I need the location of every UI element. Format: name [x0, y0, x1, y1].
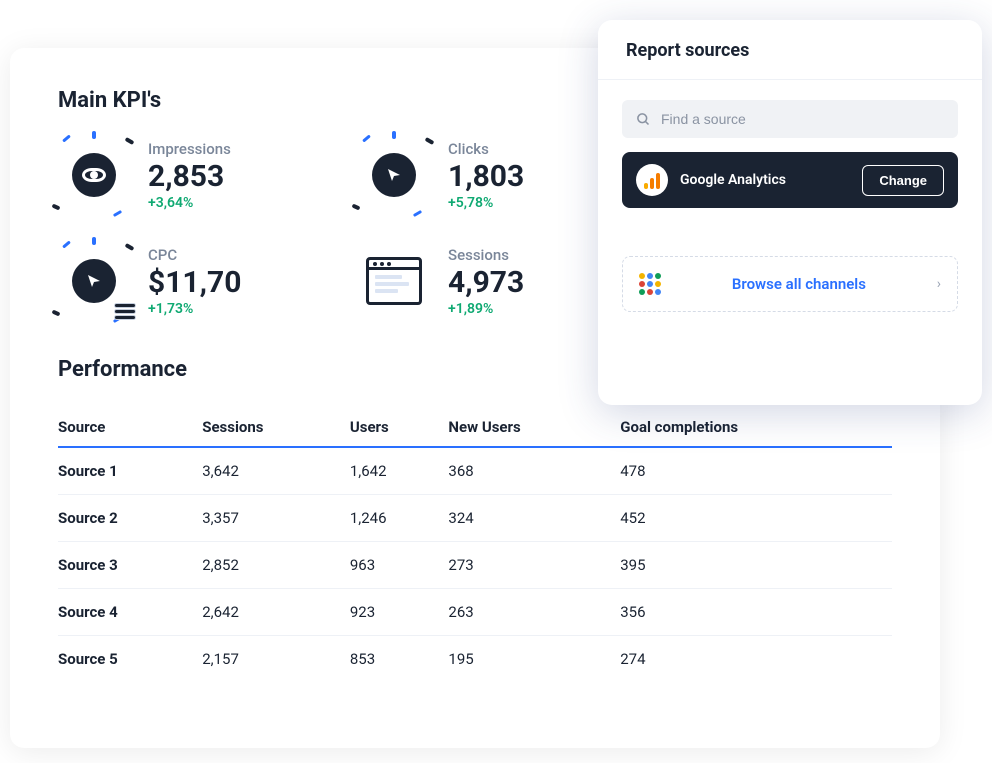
chevron-right-icon: › — [937, 276, 941, 292]
cell: 1,642 — [350, 447, 449, 495]
cell: 478 — [620, 447, 892, 495]
cell: 1,246 — [350, 495, 449, 542]
kpi-label: Sessions — [448, 246, 524, 264]
selected-source-name: Google Analytics — [680, 172, 850, 188]
browse-channels-label: Browse all channels — [677, 275, 921, 293]
table-row: Source 1 3,642 1,642 368 478 — [58, 447, 892, 495]
cell: Source 5 — [58, 636, 202, 683]
channels-grid-icon — [639, 273, 661, 295]
cell: 963 — [350, 542, 449, 589]
kpi-value: 4,973 — [448, 266, 524, 299]
kpi-value: 2,853 — [148, 160, 231, 193]
cursor-database-icon — [58, 245, 130, 317]
kpi-label: CPC — [148, 246, 241, 264]
kpi-cpc: CPC $11,70 +1,73% — [58, 245, 318, 317]
cell: 356 — [620, 589, 892, 636]
source-search-input[interactable] — [661, 111, 944, 127]
kpi-clicks: Clicks 1,803 +5,78% — [358, 139, 618, 211]
report-sources-panel: Report sources Google Analytics Change B… — [598, 20, 982, 405]
cell: 2,642 — [202, 589, 350, 636]
cell: Source 4 — [58, 589, 202, 636]
table-row: Source 5 2,157 853 195 274 — [58, 636, 892, 683]
col-new-users: New Users — [448, 408, 620, 447]
cell: 263 — [448, 589, 620, 636]
cell: 452 — [620, 495, 892, 542]
table-row: Source 4 2,642 923 263 356 — [58, 589, 892, 636]
performance-table: Source Sessions Users New Users Goal com… — [58, 408, 892, 682]
cell: 2,157 — [202, 636, 350, 683]
cell: Source 3 — [58, 542, 202, 589]
cell: 273 — [448, 542, 620, 589]
cell: 324 — [448, 495, 620, 542]
cell: Source 1 — [58, 447, 202, 495]
panel-title: Report sources — [598, 20, 982, 80]
col-users: Users — [350, 408, 449, 447]
kpi-change: +3,64% — [148, 195, 231, 211]
kpi-sessions: Sessions 4,973 +1,89% — [358, 245, 618, 317]
cell: 3,357 — [202, 495, 350, 542]
table-row: Source 2 3,357 1,246 324 452 — [58, 495, 892, 542]
cell: 274 — [620, 636, 892, 683]
selected-source-row: Google Analytics Change — [622, 152, 958, 208]
col-sessions: Sessions — [202, 408, 350, 447]
kpi-value: 1,803 — [448, 160, 524, 193]
cell: 923 — [350, 589, 449, 636]
cell: 368 — [448, 447, 620, 495]
cell: 2,852 — [202, 542, 350, 589]
source-search[interactable] — [622, 100, 958, 138]
kpi-label: Clicks — [448, 140, 524, 158]
kpi-grid: Impressions 2,853 +3,64% Clicks 1,803 +5… — [58, 139, 618, 317]
cell: 853 — [350, 636, 449, 683]
kpi-change: +1,73% — [148, 301, 241, 317]
cursor-icon — [358, 139, 430, 211]
cell: 3,642 — [202, 447, 350, 495]
table-header-row: Source Sessions Users New Users Goal com… — [58, 408, 892, 447]
browse-channels-button[interactable]: Browse all channels › — [622, 256, 958, 312]
google-analytics-icon — [636, 164, 668, 196]
cell: 395 — [620, 542, 892, 589]
kpi-change: +5,78% — [448, 195, 524, 211]
kpi-impressions: Impressions 2,853 +3,64% — [58, 139, 318, 211]
table-row: Source 3 2,852 963 273 395 — [58, 542, 892, 589]
change-source-button[interactable]: Change — [862, 165, 944, 196]
col-source: Source — [58, 408, 202, 447]
kpi-change: +1,89% — [448, 301, 524, 317]
col-goals: Goal completions — [620, 408, 892, 447]
browser-window-icon — [358, 245, 430, 317]
eye-icon — [58, 139, 130, 211]
cell: 195 — [448, 636, 620, 683]
kpi-label: Impressions — [148, 140, 231, 158]
kpi-value: $11,70 — [148, 266, 241, 299]
search-icon — [636, 112, 651, 127]
cell: Source 2 — [58, 495, 202, 542]
